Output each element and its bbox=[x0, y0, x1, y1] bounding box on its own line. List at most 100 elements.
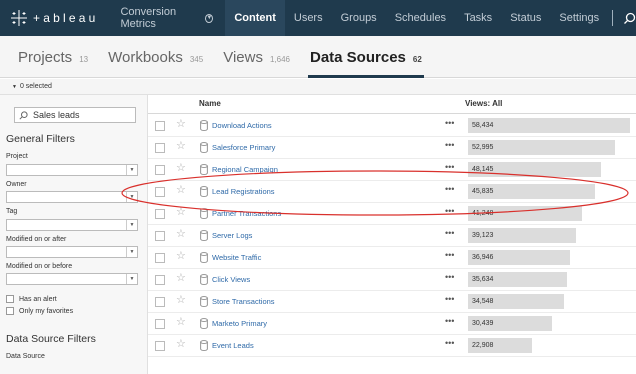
nav-schedules[interactable]: Schedules bbox=[386, 0, 455, 36]
tab-projects[interactable]: Projects 13 bbox=[8, 35, 98, 77]
row-checkbox[interactable] bbox=[155, 121, 165, 131]
row-checkbox[interactable] bbox=[155, 319, 165, 329]
more-actions-icon[interactable]: ••• bbox=[445, 228, 454, 238]
row-checkbox[interactable] bbox=[155, 275, 165, 285]
modified-after-select[interactable]: ▼ bbox=[6, 246, 138, 258]
table-row[interactable]: ☆ Partner Transactions ••• 41,248 bbox=[148, 203, 636, 225]
row-checkbox[interactable] bbox=[155, 297, 165, 307]
table-row[interactable]: ☆ Salesforce Primary ••• 52,995 bbox=[148, 137, 636, 159]
row-checkbox[interactable] bbox=[155, 341, 165, 351]
data-source-name-link[interactable]: Download Actions bbox=[212, 121, 272, 130]
tableau-logo[interactable]: +ableau bbox=[10, 9, 98, 27]
data-source-name-link[interactable]: Lead Registrations bbox=[212, 187, 275, 196]
table-row[interactable]: ☆ Lead Registrations ••• 45,835 bbox=[148, 181, 636, 203]
data-sources-table: Name Views: All ☆ Download Actions ••• 58,4… bbox=[148, 95, 636, 374]
row-checkbox[interactable] bbox=[155, 165, 165, 175]
table-row[interactable]: ☆ Marketo Primary ••• 30,439 bbox=[148, 313, 636, 335]
favorite-star-icon[interactable]: ☆ bbox=[176, 295, 186, 306]
more-actions-icon[interactable]: ••• bbox=[445, 162, 454, 172]
search-value: Sales leads bbox=[33, 110, 80, 120]
row-checkbox[interactable] bbox=[155, 143, 165, 153]
nav-search-button[interactable] bbox=[623, 12, 636, 25]
table-row[interactable]: ☆ Store Transactions ••• 34,548 bbox=[148, 291, 636, 313]
search-input[interactable]: Sales leads bbox=[14, 107, 136, 123]
project-select[interactable]: ▼ bbox=[6, 164, 138, 176]
row-checkbox[interactable] bbox=[155, 187, 165, 197]
favorite-star-icon[interactable]: ☆ bbox=[176, 229, 186, 240]
table-row[interactable]: ☆ Server Logs ••• 39,123 bbox=[148, 225, 636, 247]
favorite-star-icon[interactable]: ☆ bbox=[176, 163, 186, 174]
data-source-name-link[interactable]: Salesforce Primary bbox=[212, 143, 275, 152]
views-value: 48,145 bbox=[472, 166, 494, 173]
row-checkbox[interactable] bbox=[155, 231, 165, 241]
more-actions-icon[interactable]: ••• bbox=[445, 118, 454, 128]
data-source-name-link[interactable]: Partner Transactions bbox=[212, 209, 281, 218]
favorite-star-icon[interactable]: ☆ bbox=[176, 207, 186, 218]
more-actions-icon[interactable]: ••• bbox=[445, 250, 454, 260]
more-actions-icon[interactable]: ••• bbox=[445, 338, 454, 348]
modified-after-label: Modified on or after bbox=[6, 236, 67, 243]
data-source-name-link[interactable]: Website Traffic bbox=[212, 253, 261, 262]
checkbox-box[interactable] bbox=[6, 295, 14, 303]
modified-before-select[interactable]: ▼ bbox=[6, 273, 138, 285]
favorite-star-icon[interactable]: ☆ bbox=[176, 185, 186, 196]
more-actions-icon[interactable]: ••• bbox=[445, 140, 454, 150]
database-icon bbox=[200, 208, 208, 219]
views-cell: 34,548 bbox=[468, 294, 630, 309]
tag-select[interactable]: ▼ bbox=[6, 219, 138, 231]
row-checkbox[interactable] bbox=[155, 253, 165, 263]
favorites-checkbox[interactable]: Only my favorites bbox=[6, 307, 73, 315]
table-row[interactable]: ☆ Click Views ••• 35,634 bbox=[148, 269, 636, 291]
tab-label: Workbooks bbox=[108, 49, 183, 66]
nav-users[interactable]: Users bbox=[285, 0, 332, 36]
nav-tasks[interactable]: Tasks bbox=[455, 0, 501, 36]
has-alert-checkbox[interactable]: Has an alert bbox=[6, 295, 57, 303]
data-source-name-link[interactable]: Store Transactions bbox=[212, 297, 275, 306]
data-source-name-link[interactable]: Marketo Primary bbox=[212, 319, 267, 328]
views-value: 22,908 bbox=[472, 342, 494, 349]
nav-settings[interactable]: Settings bbox=[550, 0, 608, 36]
favorite-star-icon[interactable]: ☆ bbox=[176, 119, 186, 130]
data-source-label: Data Source bbox=[6, 353, 45, 360]
favorite-star-icon[interactable]: ☆ bbox=[176, 273, 186, 284]
nav-status[interactable]: Status bbox=[501, 0, 550, 36]
more-actions-icon[interactable]: ••• bbox=[445, 272, 454, 282]
more-actions-icon[interactable]: ••• bbox=[445, 206, 454, 216]
data-source-name-link[interactable]: Click Views bbox=[212, 275, 250, 284]
data-source-name-link[interactable]: Server Logs bbox=[212, 231, 252, 240]
views-cell: 58,434 bbox=[468, 118, 630, 133]
owner-select[interactable]: ▼ bbox=[6, 191, 138, 203]
views-value: 41,248 bbox=[472, 210, 494, 217]
table-row[interactable]: ☆ Website Traffic ••• 36,946 bbox=[148, 247, 636, 269]
table-row[interactable]: ☆ Regional Campaign ••• 48,145 bbox=[148, 159, 636, 181]
site-name: Conversion Metrics bbox=[120, 6, 177, 30]
nav-content[interactable]: Content bbox=[225, 0, 285, 36]
table-row[interactable]: ☆ Event Leads ••• 22,908 bbox=[148, 335, 636, 357]
site-selector[interactable]: Conversion Metrics ▼ bbox=[120, 6, 214, 30]
favorite-star-icon[interactable]: ☆ bbox=[176, 251, 186, 262]
favorite-star-icon[interactable]: ☆ bbox=[176, 317, 186, 328]
more-actions-icon[interactable]: ••• bbox=[445, 184, 454, 194]
more-actions-icon[interactable]: ••• bbox=[445, 294, 454, 304]
favorite-star-icon[interactable]: ☆ bbox=[176, 339, 186, 350]
data-source-name-link[interactable]: Regional Campaign bbox=[212, 165, 278, 174]
tab-workbooks[interactable]: Workbooks 345 bbox=[98, 35, 213, 77]
has-alert-label: Has an alert bbox=[19, 295, 57, 303]
selected-count[interactable]: 0 selected bbox=[20, 83, 52, 90]
nav-groups[interactable]: Groups bbox=[332, 0, 386, 36]
tab-label: Data Sources bbox=[310, 49, 406, 66]
views-column-header[interactable]: Views: All bbox=[465, 99, 502, 108]
table-row[interactable]: ☆ Download Actions ••• 58,434 bbox=[148, 115, 636, 137]
tab-data-sources[interactable]: Data Sources 62 bbox=[300, 35, 432, 78]
data-source-name-link[interactable]: Event Leads bbox=[212, 341, 254, 350]
chevron-down-icon[interactable]: ▼ bbox=[12, 84, 17, 90]
favorite-star-icon[interactable]: ☆ bbox=[176, 141, 186, 152]
more-actions-icon[interactable]: ••• bbox=[445, 316, 454, 326]
name-column-header[interactable]: Name bbox=[199, 99, 221, 108]
database-icon bbox=[200, 164, 208, 175]
tab-views[interactable]: Views 1,646 bbox=[213, 35, 300, 77]
filter-sidebar: Sales leads General Filters Project ▼ Ow… bbox=[0, 95, 148, 374]
search-icon bbox=[19, 110, 28, 120]
checkbox-box[interactable] bbox=[6, 307, 14, 315]
row-checkbox[interactable] bbox=[155, 209, 165, 219]
